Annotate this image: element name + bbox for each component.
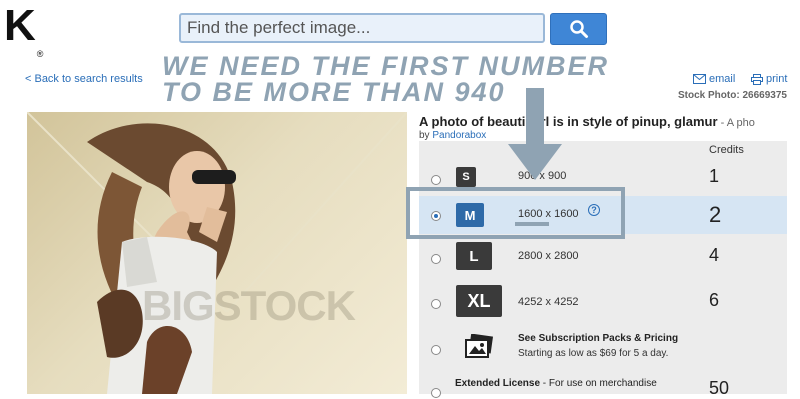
size-dimensions-l: 2800 x 2800 (518, 250, 579, 262)
extended-license-title: Extended License (455, 378, 541, 389)
search-input[interactable] (179, 13, 545, 43)
author-link[interactable]: Pandorabox (432, 130, 486, 141)
search-button[interactable] (550, 13, 607, 45)
extended-license-desc: - For use on merchandise (540, 378, 657, 389)
image-title-main: A photo of beauti girl is in style of pi… (419, 114, 718, 129)
logo-registered-mark: ® (36, 49, 44, 59)
size-credits-xl: 6 (709, 290, 720, 310)
image-title-sub: - A pho (717, 117, 755, 129)
size-badge-l: L (456, 242, 492, 270)
subscription-description: Starting as low as $69 for 5 a day. (518, 348, 669, 359)
size-radio-s[interactable] (431, 175, 441, 185)
email-link[interactable]: email (693, 73, 735, 85)
author-prefix: by (419, 130, 433, 141)
annotation-arrow-head (508, 144, 562, 180)
size-badge-xl: XL (456, 285, 502, 317)
annotation-highlight-box (406, 187, 625, 239)
extended-license-label: Extended License - For use on merchandis… (455, 378, 657, 389)
print-label: print (766, 73, 788, 85)
product-image[interactable]: BIGSTOCK (27, 112, 407, 394)
author-line: by Pandorabox (419, 130, 486, 141)
site-logo[interactable]: K® (4, 1, 43, 60)
size-radio-l[interactable] (431, 254, 441, 264)
subscription-link[interactable]: See Subscription Packs & Pricing (518, 333, 678, 344)
image-title: A photo of beauti girl is in style of pi… (419, 114, 755, 129)
annotation-line-1: WE NEED THE FIRST NUMBER (162, 51, 610, 81)
back-to-results-link[interactable]: < Back to search results (25, 73, 143, 85)
print-link[interactable]: print (751, 73, 787, 85)
size-radio-xl[interactable] (431, 299, 441, 309)
subscription-radio[interactable] (431, 345, 441, 355)
magnifier-icon (569, 20, 588, 38)
size-credits-l: 4 (709, 245, 720, 265)
annotation-arrow-shaft (526, 88, 544, 146)
email-label: email (709, 73, 736, 85)
photos-stack-icon (465, 334, 494, 358)
extended-license-credits: 50 (709, 378, 730, 398)
photo-illustration (27, 112, 407, 394)
image-watermark: BIGSTOCK (142, 282, 356, 329)
annotation-line-2: TO BE MORE THAN 940 (162, 77, 506, 107)
extended-license-radio[interactable] (431, 388, 441, 398)
logo-letter: K (4, 1, 36, 50)
size-credits-s: 1 (709, 166, 720, 186)
size-dimensions-xl: 4252 x 4252 (518, 296, 579, 308)
size-badge-s: S (456, 167, 476, 187)
stock-photo-id: Stock Photo: 26669375 (678, 90, 787, 101)
envelope-icon (693, 74, 706, 84)
printer-icon (751, 73, 763, 85)
credits-column-header: Credits (709, 144, 744, 156)
size-credits-m: 2 (709, 202, 722, 227)
